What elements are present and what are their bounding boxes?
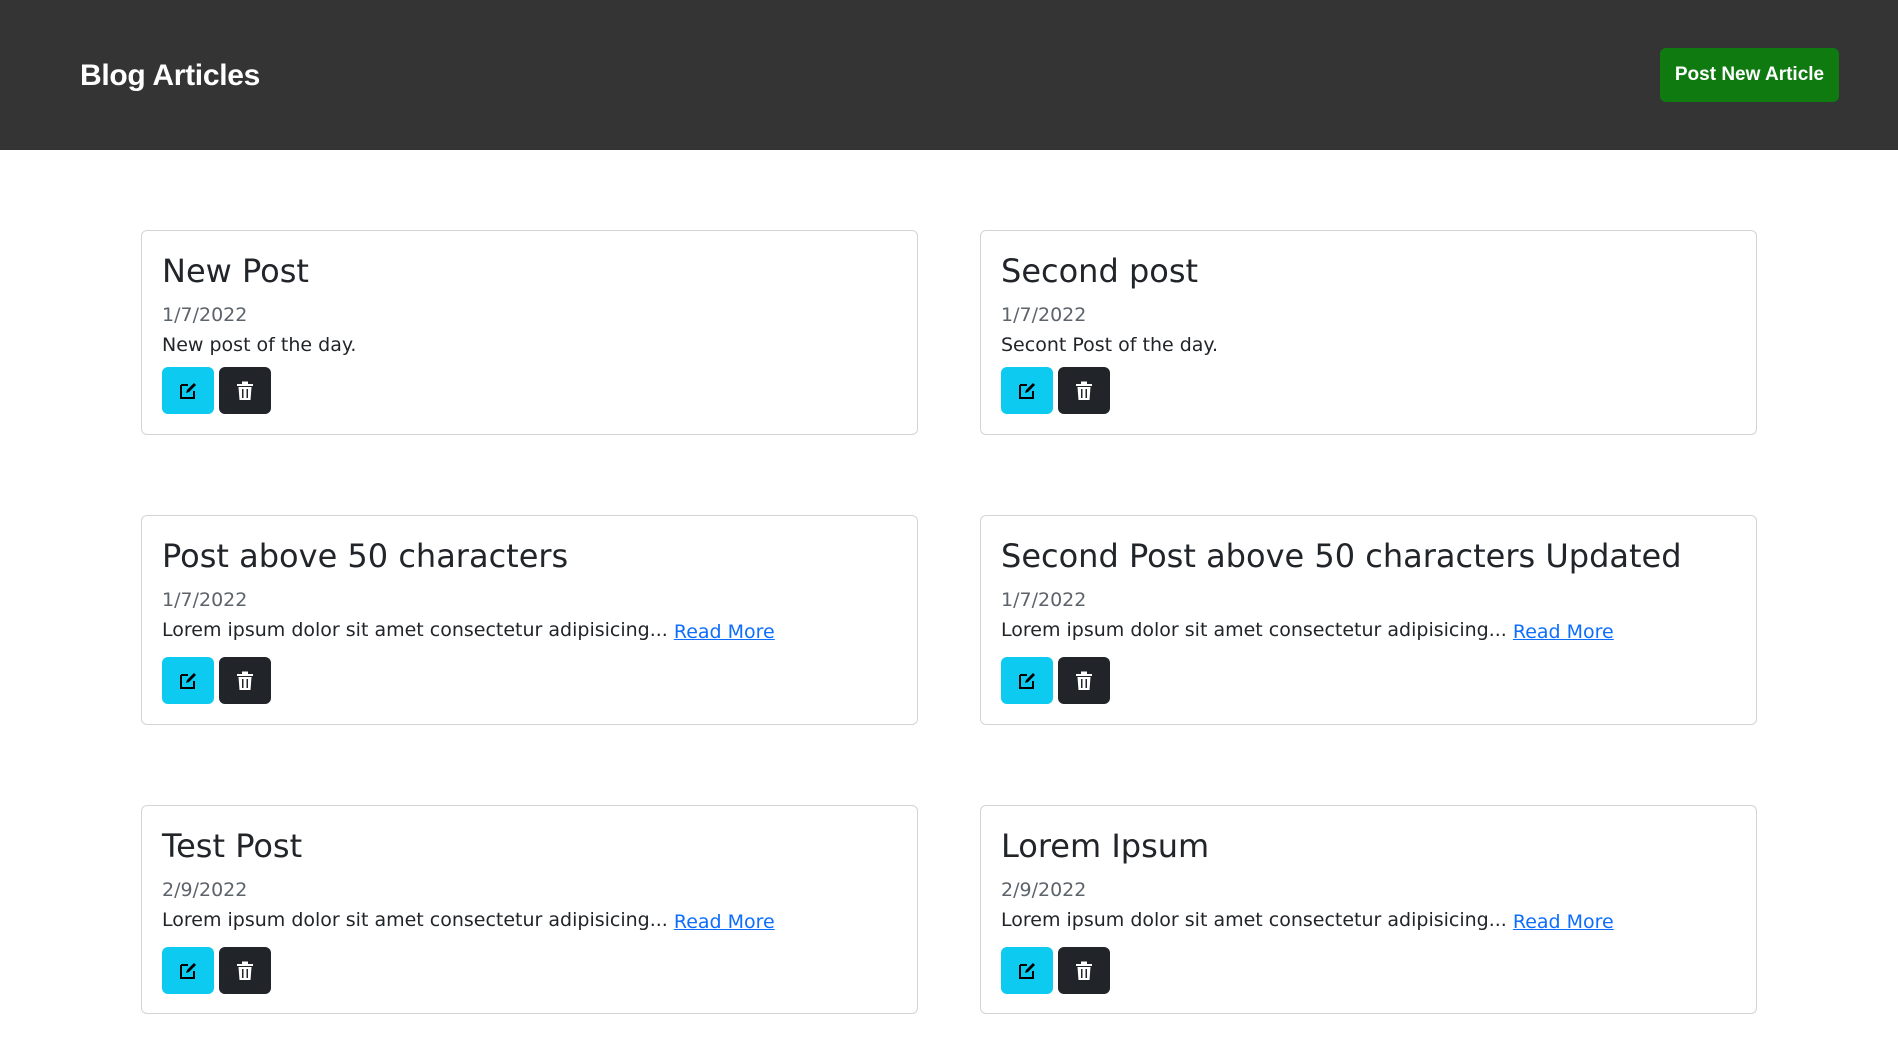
- edit-article-button[interactable]: [162, 367, 214, 414]
- article-title: Test Post: [162, 827, 303, 865]
- article-excerpt-text: Lorem ipsum dolor sit amet consectetur a…: [162, 619, 668, 641]
- article-excerpt: Lorem ipsum dolor sit amet consectetur a…: [162, 618, 775, 643]
- article-date: 1/7/2022: [1001, 589, 1087, 611]
- edit-icon: [178, 381, 198, 401]
- article-date: 1/7/2022: [162, 304, 248, 326]
- edit-icon: [1017, 671, 1037, 691]
- edit-icon: [178, 671, 198, 691]
- article-date: 1/7/2022: [162, 589, 248, 611]
- edit-article-button[interactable]: [162, 657, 214, 704]
- delete-article-button[interactable]: [219, 657, 271, 704]
- article-excerpt-text: Lorem ipsum dolor sit amet consectetur a…: [1001, 909, 1507, 931]
- article-card: Lorem Ipsum 2/9/2022 Lorem ipsum dolor s…: [980, 805, 1757, 1014]
- trash-icon: [1075, 381, 1093, 401]
- edit-icon: [1017, 961, 1037, 981]
- article-excerpt: Lorem ipsum dolor sit amet consectetur a…: [1001, 908, 1614, 933]
- read-more-link[interactable]: Read More: [1513, 621, 1614, 643]
- read-more-link[interactable]: Read More: [1513, 911, 1614, 933]
- trash-icon: [1075, 961, 1093, 981]
- trash-icon: [236, 381, 254, 401]
- article-card: Second Post above 50 characters Updated …: [980, 515, 1757, 725]
- edit-article-button[interactable]: [1001, 657, 1053, 704]
- read-more-link[interactable]: Read More: [674, 911, 775, 933]
- article-date: 1/7/2022: [1001, 304, 1087, 326]
- delete-article-button[interactable]: [219, 367, 271, 414]
- trash-icon: [236, 671, 254, 691]
- article-date: 2/9/2022: [162, 879, 248, 901]
- trash-icon: [1075, 671, 1093, 691]
- article-card: Test Post 2/9/2022 Lorem ipsum dolor sit…: [141, 805, 918, 1014]
- article-title: Second post: [1001, 252, 1199, 290]
- article-excerpt-text: Secont Post of the day.: [1001, 334, 1218, 356]
- edit-icon: [178, 961, 198, 981]
- edit-article-button[interactable]: [1001, 367, 1053, 414]
- post-new-article-button[interactable]: Post New Article: [1660, 48, 1839, 102]
- article-excerpt-text: Lorem ipsum dolor sit amet consectetur a…: [1001, 619, 1507, 641]
- article-title: New Post: [162, 252, 309, 290]
- article-card: Post above 50 characters 1/7/2022 Lorem …: [141, 515, 918, 725]
- article-excerpt: Secont Post of the day.: [1001, 333, 1218, 357]
- article-card: New Post 1/7/2022 New post of the day.: [141, 230, 918, 435]
- article-excerpt: New post of the day.: [162, 333, 356, 357]
- edit-article-button[interactable]: [162, 947, 214, 994]
- article-title: Second Post above 50 characters Updated: [1001, 537, 1682, 575]
- top-navbar: Blog Articles Post New Article: [0, 0, 1898, 150]
- read-more-link[interactable]: Read More: [674, 621, 775, 643]
- article-excerpt: Lorem ipsum dolor sit amet consectetur a…: [1001, 618, 1614, 643]
- delete-article-button[interactable]: [1058, 947, 1110, 994]
- article-date: 2/9/2022: [1001, 879, 1087, 901]
- edit-icon: [1017, 381, 1037, 401]
- edit-article-button[interactable]: [1001, 947, 1053, 994]
- delete-article-button[interactable]: [219, 947, 271, 994]
- article-excerpt: Lorem ipsum dolor sit amet consectetur a…: [162, 908, 775, 933]
- delete-article-button[interactable]: [1058, 367, 1110, 414]
- article-title: Lorem Ipsum: [1001, 827, 1210, 865]
- article-excerpt-text: Lorem ipsum dolor sit amet consectetur a…: [162, 909, 668, 931]
- article-card: Second post 1/7/2022 Secont Post of the …: [980, 230, 1757, 435]
- article-title: Post above 50 characters: [162, 537, 569, 575]
- article-excerpt-text: New post of the day.: [162, 334, 357, 356]
- trash-icon: [236, 961, 254, 981]
- page-title: Blog Articles: [80, 59, 261, 92]
- delete-article-button[interactable]: [1058, 657, 1110, 704]
